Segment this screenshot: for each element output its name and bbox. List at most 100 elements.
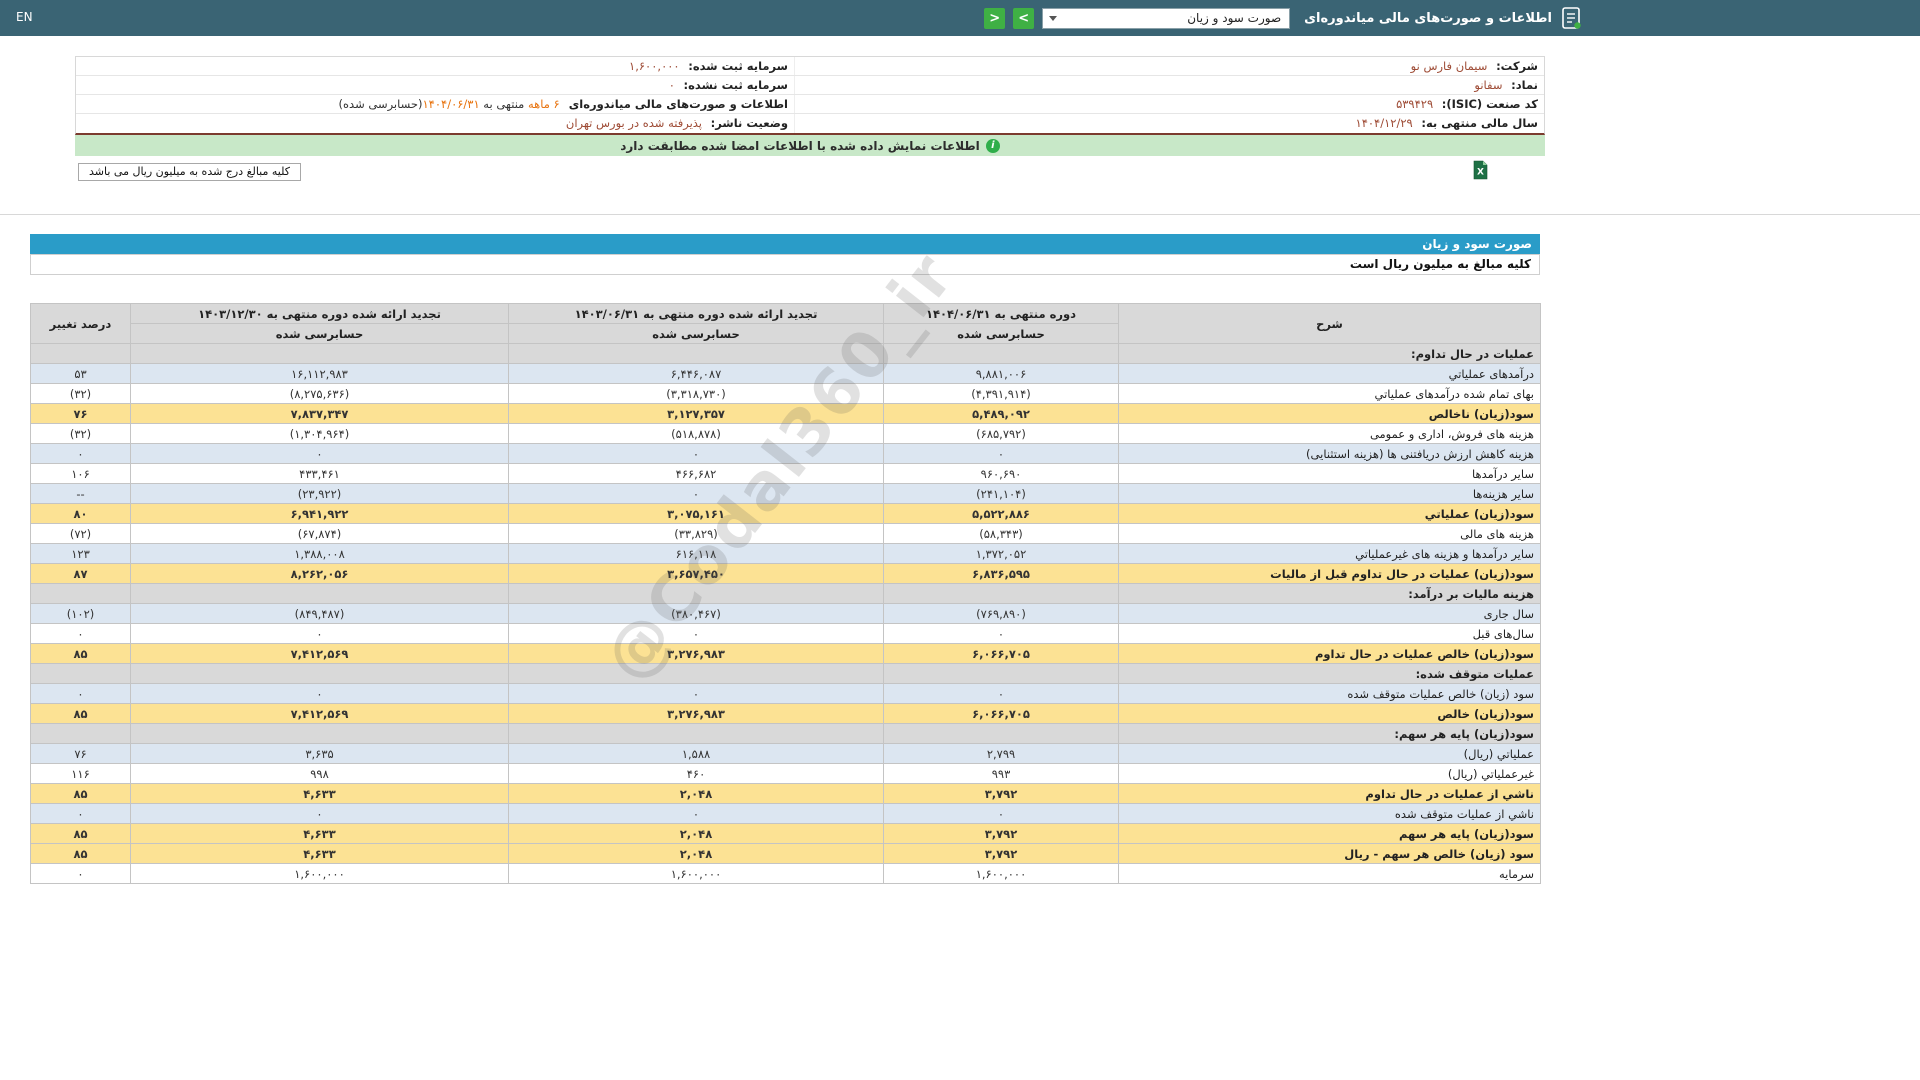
cell-value: ۶,۸۳۶,۵۹۵ — [883, 563, 1119, 584]
cell-value: ۴۶۶,۶۸۲ — [508, 463, 884, 484]
empty-cell — [883, 663, 1119, 684]
cell-percent: (۷۲) — [30, 523, 131, 544]
cell-value: (۵۱۸,۸۷۸) — [508, 423, 884, 444]
cell-percent: ۰ — [30, 623, 131, 644]
row-label: غیرعملیاتي (ریال) — [1118, 763, 1541, 784]
table-row: ناشي از عملیات متوقف شده ۰ ۰ ۰ ۰ — [30, 803, 1541, 824]
fiscal-year-label: سال مالی منتهی به: — [1421, 116, 1538, 130]
empty-cell — [30, 663, 131, 684]
audited-subheader: حسابرسی شده — [883, 323, 1119, 344]
cell-value: ۵,۵۲۲,۸۸۶ — [883, 503, 1119, 524]
cell-value: ۰ — [883, 803, 1119, 824]
cell-value: ۷,۴۱۲,۵۶۹ — [130, 703, 509, 724]
cell-percent: ۰ — [30, 863, 131, 884]
table-row: هزینه های فروش، اداری و عمومی (۶۸۵,۷۹۲) (۵… — [30, 423, 1541, 444]
empty-cell — [883, 723, 1119, 744]
cell-value: (۶۷,۸۷۴) — [130, 523, 509, 544]
cell-percent: (۱۰۲) — [30, 603, 131, 624]
cell-value: ۶۱۶,۱۱۸ — [508, 543, 884, 564]
income-table-body: عملیات در حال تداوم: درآمدهای عملیاتي ۹,۸۸… — [30, 343, 1541, 884]
cell-value: ۳,۰۷۵,۱۶۱ — [508, 503, 884, 524]
page-title: اطلاعات و صورت‌های مالی میاندوره‌ای — [1304, 10, 1552, 26]
cell-percent: (۳۲) — [30, 423, 131, 444]
cell-value: ۳,۲۷۶,۹۸۳ — [508, 703, 884, 724]
excel-export-icon[interactable]: X — [1472, 160, 1489, 180]
prev-button[interactable]: < — [984, 7, 1006, 29]
cell-percent: ۸۵ — [30, 783, 131, 804]
audited-subheader: حسابرسی شده — [130, 323, 509, 344]
chevron-down-icon — [1049, 15, 1058, 21]
table-row: ناشي از عملیات در حال تداوم ۳,۷۹۲ ۲,۰۴۸ ۴,۶… — [30, 783, 1541, 804]
capital-registered-label: سرمایه ثبت شده: — [688, 59, 788, 73]
app-icon[interactable] — [1560, 6, 1582, 30]
empty-cell — [30, 583, 131, 604]
table-row: سود(زیان) ناخالص ۵,۴۸۹,۰۹۲ ۳,۱۲۷,۳۵۷ ۷,۸۳۷,… — [30, 403, 1541, 424]
issuer-status-label: وضعیت ناشر: — [710, 116, 788, 130]
company-label: شرکت: — [1496, 59, 1538, 73]
row-label: سال جاری — [1118, 603, 1541, 624]
cell-percent: ۱۲۳ — [30, 543, 131, 564]
cell-percent: ۷۶ — [30, 403, 131, 424]
svg-text:X: X — [1477, 168, 1484, 178]
cell-value: ۰ — [508, 623, 884, 644]
period-length: ۶ ماهه — [527, 97, 560, 111]
cell-value: ۰ — [883, 683, 1119, 704]
section-label: عملیات در حال تداوم: — [1118, 343, 1541, 364]
cell-value: ۳,۷۹۲ — [883, 843, 1119, 864]
cell-value: (۳۸۰,۴۶۷) — [508, 603, 884, 624]
cell-value: ۲,۰۴۸ — [508, 823, 884, 844]
cell-percent: ۱۰۶ — [30, 463, 131, 484]
fiscal-year-value: ۱۴۰۴/۱۲/۲۹ — [1355, 116, 1413, 130]
info-icon: i — [985, 138, 1000, 153]
company-info-row: نماد: سفانو سرمایه ثبت نشده: ۰ — [76, 76, 1544, 95]
table-header-row: شرح دوره منتهی به ۱۴۰۴/۰۶/۳۱ تجدید ارائه… — [30, 303, 1541, 344]
row-label: سود(زیان) ناخالص — [1118, 403, 1541, 424]
row-label: ناشي از عملیات در حال تداوم — [1118, 783, 1541, 804]
symbol-label: نماد: — [1511, 78, 1538, 92]
report-select[interactable]: صورت سود و زیان — [1042, 7, 1291, 29]
table-row: سود(زیان) پایه هر سهم ۳,۷۹۲ ۲,۰۴۸ ۴,۶۳۳ ۸۵ — [30, 823, 1541, 844]
language-toggle[interactable]: EN — [16, 10, 33, 24]
row-label: سال‌های قبل — [1118, 623, 1541, 644]
cell-value: ۴۳۳,۴۶۱ — [130, 463, 509, 484]
table-row: سایر درآمدها و هزینه های غیرعملیاتي ۱,۳۷۲… — [30, 543, 1541, 564]
period-end-date: ۱۴۰۴/۰۶/۳۱ — [422, 97, 480, 111]
cell-value: ۱,۶۰۰,۰۰۰ — [130, 863, 509, 884]
audited-subheader: حسابرسی شده — [508, 323, 884, 344]
issuer-status-value: پذیرفته شده در بورس تهران — [565, 116, 703, 130]
column-header-description: شرح — [1118, 303, 1541, 344]
cell-value: ۶,۰۶۶,۷۰۵ — [883, 703, 1119, 724]
cell-percent: ۰ — [30, 443, 131, 464]
empty-cell — [508, 663, 884, 684]
company-value: سیمان فارس نو — [1410, 59, 1488, 73]
capital-registered-value: ۱,۶۰۰,۰۰۰ — [629, 59, 680, 73]
empty-cell — [508, 723, 884, 744]
company-info-row: شرکت: سیمان فارس نو سرمایه ثبت شده: ۱,۶۰… — [76, 57, 1544, 76]
cell-value: ۱,۶۰۰,۰۰۰ — [883, 863, 1119, 884]
cell-value: ۰ — [130, 623, 509, 644]
cell-value: (۷۶۹,۸۹۰) — [883, 603, 1119, 624]
cell-value: ۳,۶۳۵ — [130, 743, 509, 764]
cell-percent: ۸۵ — [30, 823, 131, 844]
cell-value: ۹۹۳ — [883, 763, 1119, 784]
cell-value: ۰ — [130, 443, 509, 464]
empty-cell — [130, 583, 509, 604]
cell-value: ۰ — [508, 683, 884, 704]
cell-value: ۷,۴۱۲,۵۶۹ — [130, 643, 509, 664]
section-row: هزینه مالیات بر درآمد: — [30, 583, 1541, 604]
statement-title-bar: صورت سود و زیان — [30, 234, 1540, 254]
row-label: درآمدهای عملیاتي — [1118, 363, 1541, 384]
cell-value: ۰ — [883, 443, 1119, 464]
empty-cell — [130, 663, 509, 684]
section-row: عملیات متوقف شده: — [30, 663, 1541, 684]
table-row: سایر درآمدها ۹۶۰,۶۹۰ ۴۶۶,۶۸۲ ۴۳۳,۴۶۱ ۱۰۶ — [30, 463, 1541, 484]
table-row: سرمایه ۱,۶۰۰,۰۰۰ ۱,۶۰۰,۰۰۰ ۱,۶۰۰,۰۰۰ ۰ — [30, 863, 1541, 884]
row-label: سود(زیان) عملیاتي — [1118, 503, 1541, 524]
next-button[interactable]: > — [1013, 7, 1035, 29]
isic-value: ۵۳۹۴۲۹ — [1396, 97, 1434, 111]
cell-value: ۹,۸۸۱,۰۰۶ — [883, 363, 1119, 384]
row-label: سود(زیان) عملیات در حال تداوم قبل از مال… — [1118, 563, 1541, 584]
cell-percent: ۸۰ — [30, 503, 131, 524]
row-label: عملیاتي (ریال) — [1118, 743, 1541, 764]
table-row: سایر هزینه‌ها (۲۴۱,۱۰۴) ۰ (۲۳,۹۲۲) -- — [30, 483, 1541, 504]
